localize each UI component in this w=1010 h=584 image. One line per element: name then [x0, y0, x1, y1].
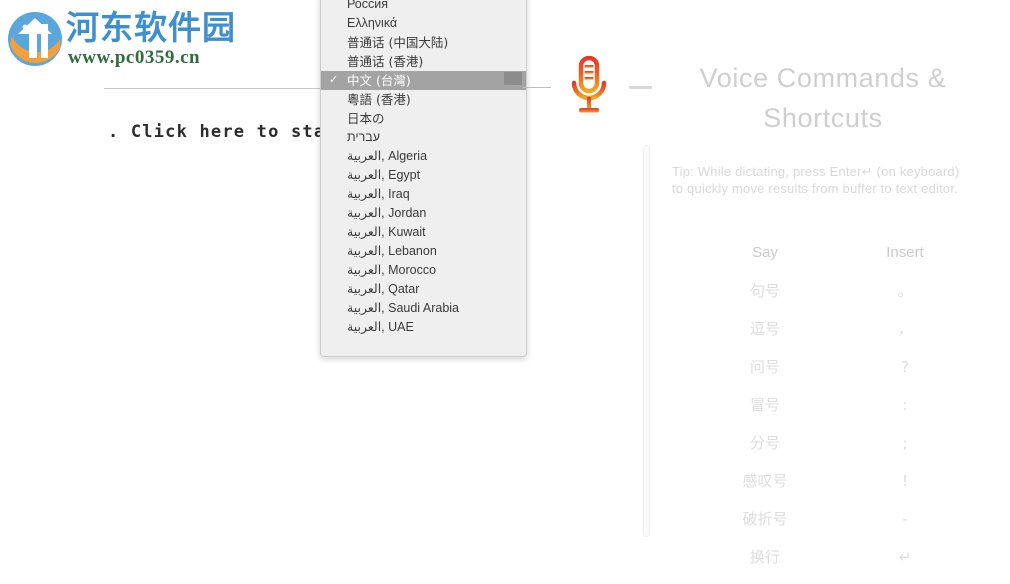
shortcut-insert-cell: ，: [897, 320, 913, 338]
language-item[interactable]: ✓العربية, Algeria: [321, 147, 526, 166]
shortcut-insert-cell: :: [902, 395, 908, 414]
shortcut-table-row: 分号;: [690, 432, 970, 470]
shortcut-say-cell: 分号: [749, 434, 780, 452]
shortcut-insert-cell: 。: [897, 282, 913, 300]
language-item-label: العربية, Qatar: [347, 282, 420, 296]
shortcut-say-cell: 破折号: [742, 510, 788, 528]
panel-tip-text: Tip: While dictating, press Enter↵ (on k…: [672, 164, 960, 196]
shortcut-say-cell: 换行: [749, 548, 780, 566]
shortcut-table-row: 感叹号!: [690, 470, 970, 508]
shortcut-insert-cell: !: [901, 471, 908, 490]
language-item[interactable]: ✓العربية, Egypt: [321, 166, 526, 185]
language-item-label: 粵語 (香港): [347, 92, 411, 107]
shortcut-table-head: Say Insert: [690, 244, 970, 280]
language-dropdown-menu[interactable]: ✓Россия✓Ελληνικά✓普通话 (中国大陆)✓普通话 (香港) ✓ 中文 …: [320, 0, 527, 357]
dropdown-scrollbar-thumb[interactable]: [504, 72, 522, 85]
shortcut-say-cell: 感叹号: [742, 472, 788, 490]
language-item-label: العربية, Saudi Arabia: [347, 301, 460, 315]
checkmark-icon: ✓: [329, 74, 339, 86]
shortcut-table-row: 问号?: [690, 356, 970, 394]
panel-title-line2: Shortcuts: [763, 103, 883, 133]
shortcut-table-row: 冒号:: [690, 394, 970, 432]
shortcut-table-row: 换行 ↵: [690, 546, 970, 584]
voice-shortcut-table: Say Insert 句号。逗号，问号? 冒号: 分号; 感叹号! 破折号 - 换行 ↵: [690, 244, 970, 584]
shortcut-say-cell: 冒号: [749, 396, 780, 414]
language-item-label: العربية, Egypt: [347, 168, 421, 182]
language-item-selected[interactable]: ✓ 中文 (台灣): [321, 71, 526, 90]
language-item[interactable]: ✓Россия: [321, 0, 526, 14]
panel-title-line1: Voice Commands &: [699, 63, 947, 93]
shortcut-table-header-row: Say Insert: [690, 244, 970, 280]
language-item[interactable]: ✓粵語 (香港): [321, 90, 526, 109]
language-item-label: العربية, Lebanon: [347, 244, 437, 258]
column-header-insert: Insert: [886, 244, 924, 261]
language-item[interactable]: ✓普通话 (香港): [321, 52, 526, 71]
language-item-label: العربية, Kuwait: [347, 225, 426, 239]
shortcut-say-cell: 句号: [749, 282, 780, 300]
language-item[interactable]: ✓עברית: [321, 128, 526, 147]
watermark-url: www.pc0359.cn: [68, 47, 201, 68]
site-logo-icon: [6, 10, 64, 68]
watermark-site-name: 河东软件园: [66, 8, 236, 47]
language-item[interactable]: ✓العربية, Jordan: [321, 204, 526, 223]
shortcut-insert-cell: ;: [902, 433, 908, 452]
language-item[interactable]: ✓العربية, UAE: [321, 318, 526, 337]
language-item-label: 普通话 (香港): [347, 54, 424, 69]
language-item-label: Ελληνικά: [347, 16, 398, 30]
shortcut-table-row: 句号 。: [690, 280, 970, 318]
language-item[interactable]: ✓العربية, Saudi Arabia: [321, 299, 526, 318]
language-item-label: עברית: [347, 130, 381, 144]
language-item[interactable]: ✓Ελληνικά: [321, 14, 526, 33]
language-item-label: Россия: [347, 0, 388, 11]
language-item[interactable]: ✓العربية, Qatar: [321, 280, 526, 299]
language-item-label: العربية, Jordan: [347, 206, 427, 220]
shortcut-table-row: 破折号 -: [690, 508, 970, 546]
language-list[interactable]: ✓Россия✓Ελληνικά✓普通话 (中国大陆)✓普通话 (香港) ✓ 中文 …: [321, 0, 526, 337]
language-item[interactable]: ✓العربية, Lebanon: [321, 242, 526, 261]
shortcut-say-cell: 逗号: [749, 320, 780, 338]
language-item[interactable]: ✓العربية, Iraq: [321, 185, 526, 204]
panel-left-divider: [643, 145, 650, 537]
language-item-label: العربية, Morocco: [347, 263, 437, 277]
shortcut-insert-cell: -: [902, 509, 908, 528]
document-text: . Click here to start: [108, 122, 349, 142]
language-item-label: 普通话 (中国大陆): [347, 35, 449, 50]
language-item[interactable]: ✓العربية, Kuwait: [321, 223, 526, 242]
shortcut-insert-cell: ?: [901, 357, 909, 376]
shortcut-table-row: 逗号 ，: [690, 318, 970, 356]
shortcut-table-body: 句号。逗号，问号? 冒号: 分号; 感叹号! 破折号 - 换行 ↵: [690, 280, 970, 584]
language-item-label: العربية, Iraq: [347, 187, 410, 201]
column-header-say: Say: [752, 244, 778, 261]
language-item-label: 中文 (台灣): [347, 73, 411, 88]
site-watermark: 河东软件园 www.pc0359.cn: [4, 6, 235, 72]
shortcut-say-cell: 问号: [749, 358, 780, 376]
language-item-label: 日本の: [347, 111, 385, 126]
microphone-icon[interactable]: [568, 55, 610, 118]
language-item[interactable]: ✓العربية, Morocco: [321, 261, 526, 280]
language-item[interactable]: ✓日本の: [321, 109, 526, 128]
language-item[interactable]: ✓普通话 (中国大陆): [321, 33, 526, 52]
shortcut-insert-cell: ↵: [898, 547, 912, 566]
dropdown-connector-line: [523, 87, 551, 88]
language-item-label: العربية, UAE: [347, 320, 414, 334]
document-horizontal-rule: [104, 88, 326, 89]
panel-title: Voice Commands & Shortcuts: [648, 58, 998, 138]
language-item-label: العربية, Algeria: [347, 149, 428, 163]
